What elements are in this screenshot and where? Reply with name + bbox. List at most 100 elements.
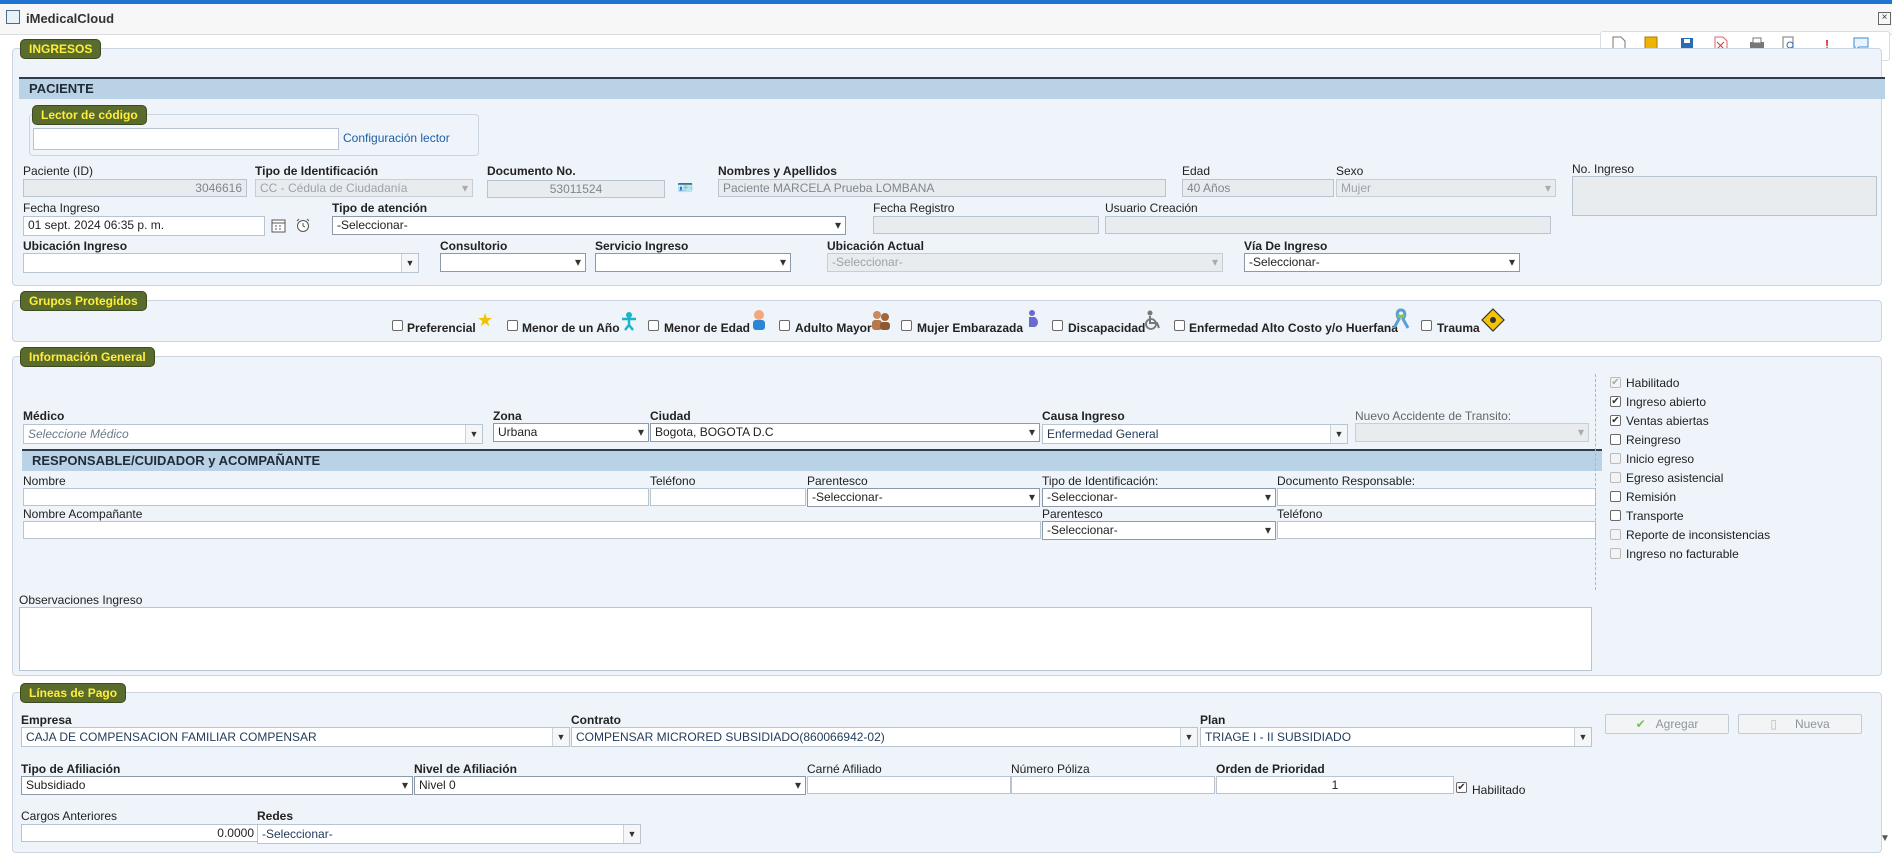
- chevron-down-icon[interactable]: ▼: [1330, 425, 1347, 443]
- fecha-ingreso-field[interactable]: 01 sept. 2024 06:35 p. m.: [23, 216, 265, 236]
- paciente-id-field[interactable]: 3046616: [23, 179, 247, 197]
- flag-checkbox[interactable]: [1610, 491, 1621, 502]
- edad-field[interactable]: 40 Años: [1182, 179, 1334, 197]
- sexo-select[interactable]: Mujer: [1336, 179, 1556, 197]
- nombre-acompanante-field[interactable]: [23, 521, 1041, 539]
- plan-label: Plan: [1200, 713, 1226, 727]
- observaciones-textarea[interactable]: [19, 607, 1592, 671]
- medico-combo[interactable]: Seleccione Médico ▼: [23, 424, 483, 444]
- paciente-id-label: Paciente (ID): [23, 164, 94, 178]
- flag-checkbox: [1610, 472, 1621, 483]
- alarm-clock-icon[interactable]: [295, 217, 311, 236]
- cargos-anteriores-field[interactable]: 0.0000: [21, 824, 259, 842]
- tipo-atencion-label: Tipo de atención: [332, 201, 428, 215]
- nivel-afiliacion-select[interactable]: Nivel 0: [414, 776, 806, 795]
- flag-label: Habilitado: [1626, 376, 1680, 390]
- causa-ingreso-combo[interactable]: Enfermedad General ▼: [1042, 424, 1348, 444]
- flags-list: Habilitado Ingreso abierto Ventas abiertas…: [1610, 376, 1870, 566]
- window-icon: [6, 10, 20, 24]
- plan-combo[interactable]: TRIAGE I - II SUBSIDIADO ▼: [1200, 727, 1592, 747]
- id-card-icon[interactable]: 🪪: [677, 180, 693, 196]
- agregar-label: Agregar: [1655, 717, 1699, 731]
- flag-label: Ingreso abierto: [1626, 395, 1707, 409]
- mujer-embarazada-checkbox[interactable]: [901, 320, 912, 331]
- telefono-field[interactable]: [650, 488, 806, 506]
- telefono-acomp-field[interactable]: [1277, 521, 1596, 539]
- flags-divider: [1595, 374, 1596, 590]
- lineas-pago-tag: Líneas de Pago: [20, 683, 127, 703]
- numero-poliza-field[interactable]: [1011, 776, 1215, 794]
- via-ingreso-select[interactable]: -Seleccionar-: [1244, 253, 1520, 272]
- flag-label: Egreso asistencial: [1626, 471, 1724, 485]
- no-ingreso-label: No. Ingreso: [1572, 162, 1635, 176]
- flag-checkbox: [1610, 548, 1621, 559]
- menor-edad-checkbox[interactable]: [648, 320, 659, 331]
- config-lector-link[interactable]: Configuración lector: [343, 131, 450, 145]
- empresa-label: Empresa: [21, 713, 72, 727]
- consultorio-label: Consultorio: [440, 239, 508, 253]
- contrato-combo[interactable]: COMPENSAR MICRORED SUBSIDIADO(860066942-…: [571, 727, 1198, 747]
- paciente-band: PACIENTE: [19, 77, 1885, 99]
- accidente-transito-select[interactable]: [1355, 423, 1589, 442]
- empresa-combo[interactable]: CAJA DE COMPENSACION FAMILIAR COMPENSAR ▼: [21, 727, 570, 747]
- documento-field[interactable]: 53011524: [487, 180, 665, 198]
- zona-select[interactable]: Urbana: [493, 423, 649, 442]
- tipo-id-resp-select[interactable]: -Seleccionar-: [1042, 488, 1276, 507]
- alto-costo-checkbox[interactable]: [1174, 320, 1185, 331]
- agregar-button[interactable]: ✔ Agregar: [1605, 714, 1729, 734]
- nombres-field[interactable]: Paciente MARCELA Prueba LOMBANA: [718, 179, 1166, 197]
- accidente-transito-label: Nuevo Accidente de Transito:: [1355, 409, 1512, 423]
- consultorio-select[interactable]: [440, 253, 586, 272]
- ubicacion-actual-select[interactable]: -Seleccionar-: [827, 253, 1223, 272]
- redes-label: Redes: [257, 809, 294, 823]
- ciudad-select[interactable]: Bogota, BOGOTA D.C: [650, 423, 1040, 442]
- close-icon[interactable]: ×: [1878, 12, 1891, 25]
- calendar-icon[interactable]: [271, 218, 286, 236]
- chevron-down-icon[interactable]: ▼: [401, 254, 418, 272]
- pago-habilitado-label: Habilitado: [1472, 783, 1526, 797]
- menor-un-ano-checkbox[interactable]: [507, 320, 518, 331]
- chevron-down-icon[interactable]: ▼: [1574, 728, 1591, 746]
- nueva-button[interactable]: ▯ Nueva: [1738, 714, 1862, 734]
- fecha-registro-field[interactable]: [873, 216, 1099, 234]
- zona-label: Zona: [493, 409, 522, 423]
- flag-checkbox[interactable]: [1610, 434, 1621, 445]
- servicio-ingreso-label: Servicio Ingreso: [595, 239, 689, 253]
- elderly-icon: [870, 309, 892, 334]
- orden-prioridad-field[interactable]: 1: [1216, 776, 1454, 794]
- flag-checkbox[interactable]: [1610, 510, 1621, 521]
- parentesco-acomp-label: Parentesco: [1042, 507, 1103, 521]
- chevron-down-icon[interactable]: ▼: [623, 825, 640, 843]
- preferencial-checkbox[interactable]: [392, 320, 403, 331]
- no-ingreso-field[interactable]: [1572, 176, 1877, 216]
- flag-checkbox[interactable]: [1610, 415, 1621, 426]
- chevron-down-icon[interactable]: ▼: [465, 425, 482, 443]
- lector-input[interactable]: [33, 128, 339, 150]
- star-icon: ★: [477, 310, 494, 330]
- trauma-checkbox[interactable]: [1421, 320, 1432, 331]
- chevron-down-icon[interactable]: ▼: [552, 728, 569, 746]
- tipo-id-select[interactable]: CC - Cédula de Ciudadanía: [255, 179, 473, 197]
- chevron-down-icon[interactable]: ▼: [1180, 728, 1197, 746]
- discapacidad-checkbox[interactable]: [1052, 320, 1063, 331]
- tipo-atencion-select[interactable]: -Seleccionar-: [332, 216, 846, 235]
- redes-combo[interactable]: -Seleccionar- ▼: [257, 824, 641, 844]
- grupos-tag: Grupos Protegidos: [20, 291, 147, 311]
- flag-label: Remisión: [1626, 490, 1677, 504]
- doc-responsable-field[interactable]: [1277, 488, 1596, 506]
- nombre-field[interactable]: [23, 488, 649, 506]
- cargos-anteriores-label: Cargos Anteriores: [21, 809, 118, 823]
- parentesco-select[interactable]: -Seleccionar-: [807, 488, 1040, 507]
- carne-afiliado-field[interactable]: [807, 776, 1011, 794]
- flag-checkbox[interactable]: [1610, 396, 1621, 407]
- ubicacion-ingreso-combo[interactable]: ▼: [23, 253, 419, 273]
- tipo-afiliacion-select[interactable]: Subsidiado: [21, 776, 413, 795]
- usuario-creacion-field[interactable]: [1105, 216, 1551, 234]
- pago-habilitado-checkbox[interactable]: [1456, 782, 1467, 793]
- ribbon-icon: [1390, 308, 1412, 333]
- parentesco-acomp-select[interactable]: -Seleccionar-: [1042, 521, 1276, 540]
- nombre-acompanante-label: Nombre Acompañante: [23, 507, 143, 521]
- servicio-ingreso-select[interactable]: [595, 253, 791, 272]
- adulto-mayor-checkbox[interactable]: [779, 320, 790, 331]
- window-title: iMedicalCloud: [26, 11, 115, 26]
